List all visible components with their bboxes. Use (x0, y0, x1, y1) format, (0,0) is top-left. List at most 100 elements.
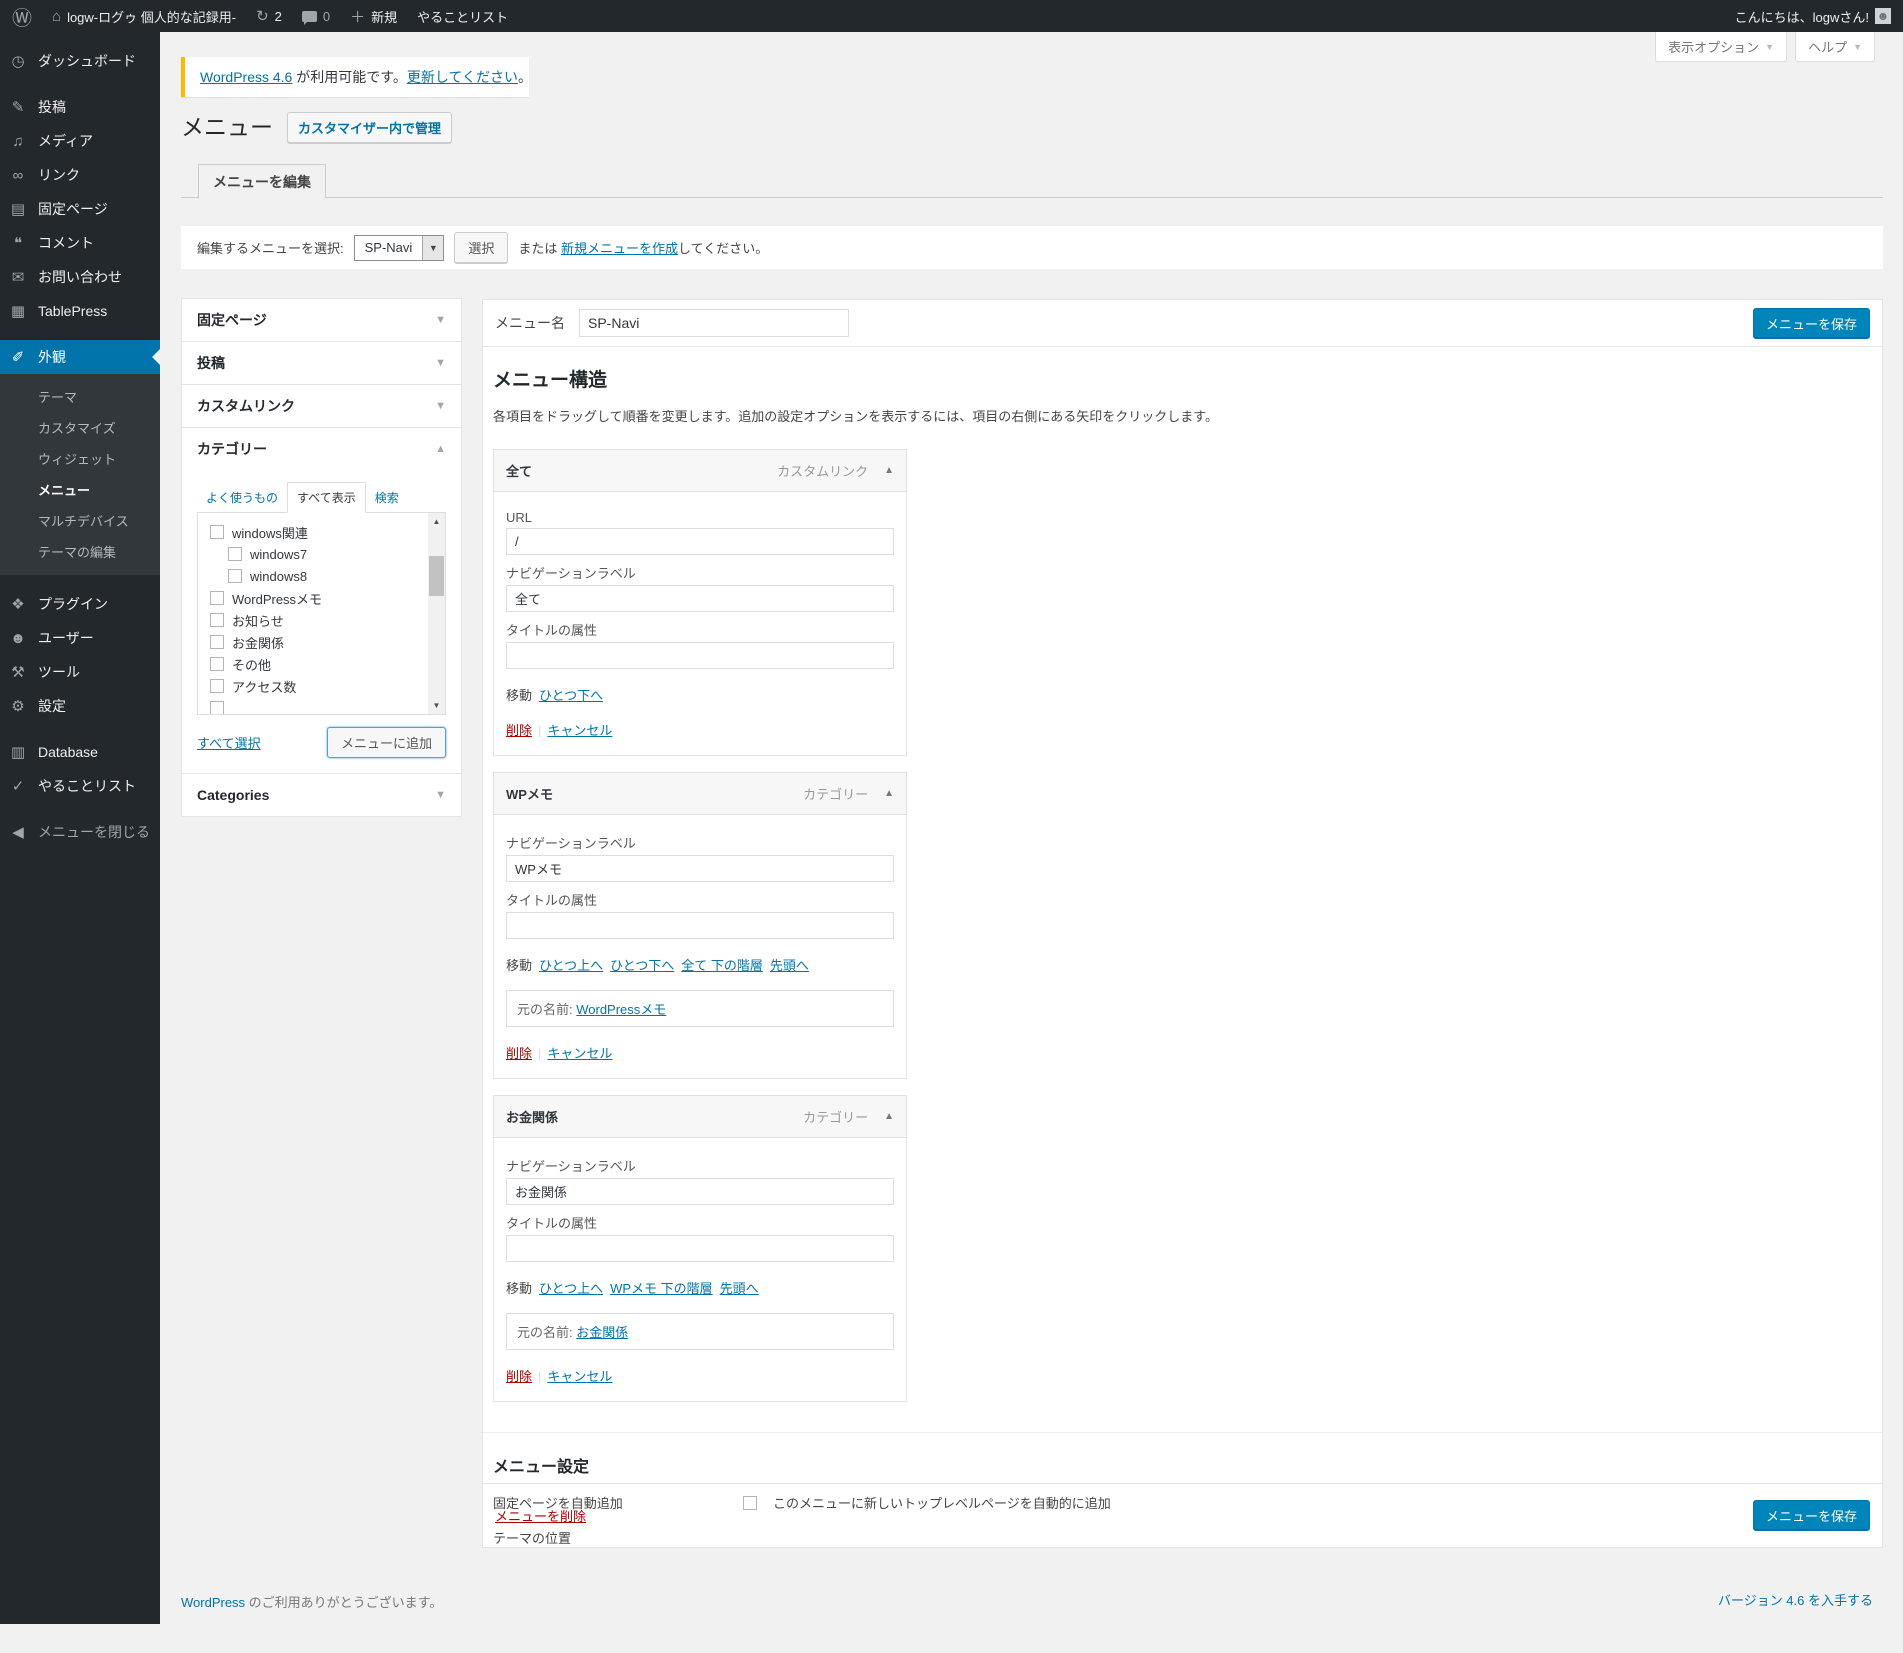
save-menu-button[interactable]: メニューを保存 (1752, 307, 1870, 339)
updates-link[interactable]: ↻ 2 (256, 0, 282, 32)
title-attr-input[interactable] (506, 1235, 894, 1262)
get-version-link[interactable]: バージョン 4.6 を入手する (1718, 1593, 1873, 1608)
category-checkbox[interactable] (210, 591, 224, 605)
chevron-up-icon[interactable]: ▲ (884, 465, 894, 476)
delete-item-link[interactable]: 削除 (506, 1369, 532, 1384)
comments-link[interactable]: 0 (301, 0, 330, 32)
nav-label-input[interactable] (506, 585, 894, 612)
screen-options-button[interactable]: 表示オプション ▼ (1655, 32, 1788, 62)
move-up-link[interactable]: ひとつ上へ (539, 1281, 603, 1296)
sidebar-item-pages[interactable]: ▤ 固定ページ (0, 192, 160, 226)
url-input[interactable] (506, 528, 894, 555)
menu-name-input[interactable] (579, 309, 849, 337)
panel-categories-en-header[interactable]: Categories ▼ (182, 774, 461, 816)
panel-categories-header[interactable]: カテゴリー ▲ (182, 428, 461, 470)
sidebar-item-appearance[interactable]: ✐ 外観 (0, 340, 160, 374)
sidebar-item-links[interactable]: ∞ リンク (0, 158, 160, 192)
panel-pages-header[interactable]: 固定ページ ▼ (182, 299, 461, 341)
panel-title: カテゴリー (197, 441, 267, 457)
tab-most-used[interactable]: よく使うもの (197, 483, 287, 512)
sidebar-item-plugins[interactable]: ❖ プラグイン (0, 587, 160, 621)
menu-item-box: WPメモ カテゴリー ▲ ナビゲーションラベル タイトルの属性 移動ひとつ上へひ… (493, 772, 907, 1079)
submenu-item-widgets[interactable]: ウィジェット (0, 443, 160, 474)
sidebar-item-comments[interactable]: ❝ コメント (0, 226, 160, 260)
submenu-item-menus[interactable]: メニュー (0, 474, 160, 505)
select-button[interactable]: 選択 (454, 232, 509, 263)
category-checkbox[interactable] (210, 701, 224, 714)
move-under-link[interactable]: WPメモ 下の階層 (610, 1281, 713, 1296)
site-name-link[interactable]: ⌂ logw-ログゥ 個人的な記録用- (52, 0, 236, 32)
move-down-link[interactable]: ひとつ下へ (539, 688, 603, 703)
cancel-item-link[interactable]: キャンセル (547, 1369, 612, 1384)
submenu-item-editor[interactable]: テーマの編集 (0, 536, 160, 567)
category-checkbox[interactable] (210, 635, 224, 649)
add-to-menu-button[interactable]: メニューに追加 (326, 727, 446, 758)
move-under-link[interactable]: 全て 下の階層 (681, 958, 763, 973)
todo-list-link[interactable]: やることリスト (417, 0, 508, 32)
tab-view-all[interactable]: すべて表示 (287, 482, 366, 513)
sidebar-item-posts[interactable]: ✎ 投稿 (0, 90, 160, 124)
delete-item-link[interactable]: 削除 (506, 1046, 532, 1061)
category-checkbox[interactable] (210, 613, 224, 627)
manage-in-customizer-button[interactable]: カスタマイザー内で管理 (287, 112, 453, 143)
move-down-link[interactable]: ひとつ下へ (610, 958, 674, 973)
move-up-link[interactable]: ひとつ上へ (539, 958, 603, 973)
help-button[interactable]: ヘルプ ▼ (1795, 32, 1875, 62)
category-checkbox[interactable] (228, 547, 242, 561)
sidebar-item-settings[interactable]: ⚙ 設定 (0, 689, 160, 723)
account-link[interactable]: こんにちは、logwさん! ☻ (1735, 0, 1891, 32)
submenu-item-themes[interactable]: テーマ (0, 381, 160, 412)
scrollbar-thumb[interactable] (429, 556, 444, 596)
cancel-item-link[interactable]: キャンセル (547, 723, 612, 738)
scrollbar[interactable]: ▲ ▼ (428, 513, 445, 714)
move-top-link[interactable]: 先頭へ (720, 1281, 759, 1296)
save-menu-button-bottom[interactable]: メニューを保存 (1752, 1500, 1870, 1531)
sidebar-item-media[interactable]: ♫ メディア (0, 124, 160, 158)
chevron-up-icon[interactable]: ▲ (884, 1111, 894, 1122)
original-name-link[interactable]: お金関係 (576, 1325, 628, 1340)
new-content-link[interactable]: ＋ 新規 (350, 0, 397, 32)
title-attr-input[interactable] (506, 912, 894, 939)
menu-select-dropdown[interactable]: SP-Navi ▼ (353, 234, 445, 261)
panel-custom-links-header[interactable]: カスタムリンク ▼ (182, 385, 461, 427)
menu-item-handle[interactable]: 全て カスタムリンク ▲ (493, 449, 907, 492)
sidebar-item-users[interactable]: ☻ ユーザー (0, 621, 160, 655)
category-checkbox[interactable] (210, 679, 224, 693)
nav-label-input[interactable] (506, 855, 894, 882)
title-attr-input[interactable] (506, 642, 894, 669)
sidebar-item-contact[interactable]: ✉ お問い合わせ (0, 260, 160, 294)
scroll-up-icon[interactable]: ▲ (428, 513, 445, 530)
delete-menu-link[interactable]: メニューを削除 (495, 1506, 586, 1525)
category-checkbox[interactable] (210, 657, 224, 671)
select-all-link[interactable]: すべて選択 (197, 733, 261, 752)
sidebar-item-todo-list[interactable]: ✓ やることリスト (0, 769, 160, 803)
delete-item-link[interactable]: 削除 (506, 723, 532, 738)
tab-edit-menus[interactable]: メニューを編集 (198, 164, 326, 199)
menu-item-handle[interactable]: WPメモ カテゴリー ▲ (493, 772, 907, 815)
wordpress-logo-icon[interactable]: Ⓦ (12, 0, 32, 32)
update-version-link[interactable]: WordPress 4.6 (200, 69, 292, 85)
chevron-up-icon[interactable]: ▲ (884, 788, 894, 799)
category-checkbox[interactable] (228, 569, 242, 583)
submenu-item-customize[interactable]: カスタマイズ (0, 412, 160, 443)
nav-label-input[interactable] (506, 1178, 894, 1205)
original-name-link[interactable]: WordPressメモ (576, 1002, 666, 1017)
panel-title: 固定ページ (197, 312, 267, 328)
sidebar-collapse-menu[interactable]: ◀ メニューを閉じる (0, 815, 160, 849)
tab-search[interactable]: 検索 (366, 483, 408, 512)
update-now-link[interactable]: 更新してください (407, 69, 518, 85)
sidebar-item-tools[interactable]: ⚒ ツール (0, 655, 160, 689)
create-new-menu-link[interactable]: 新規メニューを作成 (561, 241, 678, 256)
menu-item-handle[interactable]: お金関係 カテゴリー ▲ (493, 1095, 907, 1138)
sidebar-item-tablepress[interactable]: ▦ TablePress (0, 294, 160, 328)
sidebar-item-dashboard[interactable]: ◷ ダッシュボード (0, 44, 160, 78)
move-top-link[interactable]: 先頭へ (770, 958, 809, 973)
paintbrush-icon: ✐ (11, 349, 25, 366)
panel-posts-header[interactable]: 投稿 ▼ (182, 342, 461, 384)
cancel-item-link[interactable]: キャンセル (547, 1046, 612, 1061)
sidebar-item-database[interactable]: ▥ Database (0, 735, 160, 769)
wordpress-footer-link[interactable]: WordPress (181, 1595, 245, 1610)
scroll-down-icon[interactable]: ▼ (428, 697, 445, 714)
category-checkbox[interactable] (210, 525, 224, 539)
submenu-item-multidevice[interactable]: マルチデバイス (0, 505, 160, 536)
